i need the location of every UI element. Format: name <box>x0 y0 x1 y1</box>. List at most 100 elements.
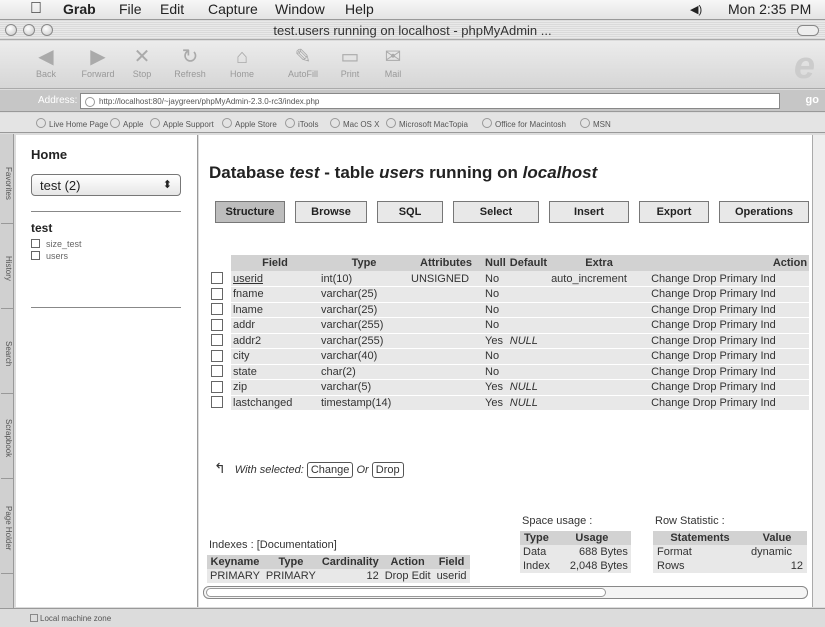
tab-scrapbook[interactable]: Scrapbook <box>1 399 13 479</box>
table-row: PRIMARY PRIMARY 12 Drop Edit userid <box>207 569 470 583</box>
fav-apple[interactable]: Apple <box>110 118 143 129</box>
field-extra <box>549 364 650 380</box>
address-field[interactable]: http://localhost:80/~jaygreen/phpMyAdmin… <box>80 93 780 109</box>
column-header: Value <box>747 531 807 545</box>
refresh-button[interactable]: ↻ Refresh <box>162 45 218 79</box>
checkbox[interactable] <box>211 318 223 331</box>
field-name: lname <box>231 302 319 318</box>
fav-office-for-macintosh[interactable]: Office for Macintosh <box>482 118 566 129</box>
home-icon: ⌂ <box>235 46 249 68</box>
menu-window[interactable]: Window <box>275 1 325 17</box>
row-checkbox[interactable] <box>209 395 231 411</box>
menu-edit[interactable]: Edit <box>160 1 184 17</box>
fav-live-home-page[interactable]: Live Home Page <box>36 118 108 129</box>
menu-clock: Mon 2:35 PM <box>728 1 812 17</box>
change-selected-button[interactable]: Change <box>306 462 354 478</box>
database-name-link[interactable]: test <box>31 221 52 235</box>
tab-select[interactable]: Select <box>453 201 539 223</box>
fav-microsoft-mactopia[interactable]: Microsoft MacTopia <box>386 118 468 129</box>
indexes-label[interactable]: Indexes : [Documentation] <box>209 539 337 551</box>
checkbox[interactable] <box>211 334 223 347</box>
index-action-links[interactable]: Drop Edit <box>381 569 434 583</box>
field-default: NULL <box>507 333 550 349</box>
checkbox[interactable] <box>211 272 223 284</box>
table-header-row: Keyname Type Cardinality Action Field <box>207 555 470 569</box>
vertical-scrollbar[interactable] <box>812 135 825 607</box>
menu-app[interactable]: Grab <box>63 1 96 17</box>
table-link-users[interactable]: users <box>31 251 68 261</box>
tab-browse[interactable]: Browse <box>295 201 367 223</box>
tab-favorites[interactable]: Favorites <box>1 144 13 224</box>
field-actions[interactable]: Change Drop Primary Ind <box>649 348 810 365</box>
row-checkbox[interactable] <box>209 348 231 365</box>
home-link[interactable]: Home <box>31 147 67 162</box>
menu-file[interactable]: File <box>119 1 142 17</box>
apple-menu-icon[interactable]:  <box>30 0 42 18</box>
stat-value: dynamic <box>747 545 807 559</box>
menu-capture[interactable]: Capture <box>208 1 258 17</box>
checkbox[interactable] <box>211 287 223 300</box>
updown-arrow-icon: ⬍ <box>162 179 172 191</box>
scroll-thumb[interactable] <box>206 588 606 597</box>
checkbox[interactable] <box>211 349 223 362</box>
tab-page-holder[interactable]: Page Holder <box>1 484 13 574</box>
field-actions[interactable]: Change Drop Primary Ind <box>649 317 810 334</box>
row-checkbox[interactable] <box>209 364 231 380</box>
tab-operations[interactable]: Operations <box>719 201 809 223</box>
volume-icon[interactable]: ◀) <box>690 3 702 16</box>
horizontal-scrollbar[interactable] <box>203 586 808 599</box>
table-row: addr2 varchar(255) Yes NULL Change Drop Prim… <box>209 333 810 349</box>
fav-apple-store[interactable]: Apple Store <box>222 118 277 129</box>
row-checkbox[interactable] <box>209 286 231 303</box>
fav-mac-os-x[interactable]: Mac OS X <box>330 118 379 129</box>
field-actions[interactable]: Change Drop Primary Ind <box>649 364 810 380</box>
field-actions[interactable]: Change Drop Primary Ind <box>649 286 810 303</box>
tab-export[interactable]: Export <box>639 201 709 223</box>
mail-button[interactable]: ✉ Mail <box>365 45 421 79</box>
field-default <box>507 271 550 287</box>
field-actions[interactable]: Change Drop Primary Ind <box>649 379 810 396</box>
toolbar-toggle-button[interactable] <box>797 25 819 36</box>
row-checkbox[interactable] <box>209 271 231 287</box>
home-button[interactable]: ⌂ Home <box>214 45 270 79</box>
table-link-size-test[interactable]: size_test <box>31 239 82 249</box>
row-checkbox[interactable] <box>209 302 231 318</box>
tab-sql[interactable]: SQL <box>377 201 443 223</box>
field-default <box>507 317 550 334</box>
database-select[interactable]: test (2) ⬍ <box>31 174 181 196</box>
checkbox[interactable] <box>211 380 223 393</box>
row-checkbox[interactable] <box>209 317 231 334</box>
tab-insert[interactable]: Insert <box>549 201 629 223</box>
fav-msn[interactable]: MSN <box>580 118 611 129</box>
table-row: state char(2) No Change Drop Primary Ind <box>209 364 810 380</box>
fav-itools[interactable]: iTools <box>285 118 318 129</box>
field-actions[interactable]: Change Drop Primary Ind <box>649 395 810 411</box>
field-actions[interactable]: Change Drop Primary Ind <box>649 333 810 349</box>
row-checkbox[interactable] <box>209 379 231 396</box>
field-extra: auto_increment <box>549 271 650 287</box>
zone-icon <box>30 614 38 622</box>
field-default <box>507 364 550 380</box>
space-usage: 2,048 Bytes <box>552 559 631 573</box>
go-button[interactable]: go <box>806 94 819 106</box>
tab-search[interactable]: Search <box>1 314 13 394</box>
tab-structure[interactable]: Structure <box>215 201 285 223</box>
row-checkbox[interactable] <box>209 333 231 349</box>
drop-selected-button[interactable]: Drop <box>371 462 404 478</box>
field-actions[interactable]: Change Drop Primary Ind <box>649 302 810 318</box>
checkbox[interactable] <box>211 365 223 378</box>
table-header-row: Field Type Attributes Null Default Extra… <box>209 255 810 271</box>
field-name[interactable]: userid <box>231 271 319 287</box>
column-header: Type <box>319 255 409 271</box>
column-header: Field <box>433 555 470 569</box>
tab-history[interactable]: History <box>1 229 13 309</box>
menu-help[interactable]: Help <box>345 1 374 17</box>
field-actions[interactable]: Change Drop Primary Ind <box>649 271 810 287</box>
fav-apple-support[interactable]: Apple Support <box>150 118 214 129</box>
print-label: Print <box>340 69 360 79</box>
field-null: No <box>483 302 508 318</box>
checkbox[interactable] <box>211 396 223 409</box>
structure-table: Field Type Attributes Null Default Extra… <box>209 255 810 411</box>
checkbox[interactable] <box>211 303 223 316</box>
back-button[interactable]: ◀ Back <box>18 45 74 79</box>
